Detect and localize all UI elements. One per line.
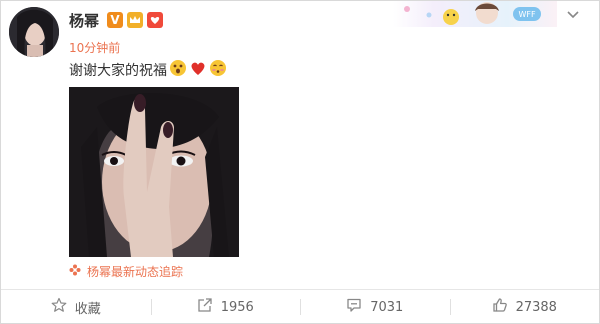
- username[interactable]: 杨幂: [69, 10, 99, 31]
- post-photo[interactable]: [69, 87, 239, 257]
- favorite-label: 收藏: [74, 301, 101, 317]
- topic-label: 杨幂最新动态追踪: [87, 265, 184, 279]
- shocked-face-emoji: [169, 59, 187, 81]
- crown-badge-icon[interactable]: [127, 12, 143, 28]
- star-icon: [51, 297, 67, 317]
- topic-link[interactable]: 杨幂最新动态追踪: [69, 263, 183, 280]
- comment-icon: [346, 297, 362, 317]
- fan-badge-icon[interactable]: [147, 12, 163, 28]
- repost-button[interactable]: 1956: [150, 290, 301, 324]
- verified-badge-icon[interactable]: V: [107, 12, 123, 28]
- heart-emoji: [189, 59, 207, 81]
- shy-face-emoji: [209, 59, 227, 81]
- chevron-down-icon[interactable]: [566, 7, 580, 26]
- thumbs-up-icon: [492, 297, 508, 317]
- svg-text:WFF: WFF: [518, 10, 536, 19]
- like-button[interactable]: 27388: [449, 290, 600, 324]
- post-text: 谢谢大家的祝福: [69, 63, 167, 79]
- weibo-post-card: 杨幂 V WFF 10分钟前 谢谢大家的祝福 杨幂最新动态追踪 收藏 1956 …: [0, 0, 600, 324]
- avatar[interactable]: [9, 7, 59, 57]
- favorite-button[interactable]: 收藏: [1, 290, 151, 324]
- action-bar: 收藏 1956 7031 27388: [1, 289, 599, 324]
- topic-flower-icon: [69, 264, 81, 279]
- comment-button[interactable]: 7031: [300, 290, 450, 324]
- repost-icon: [197, 297, 213, 317]
- like-count: 27388: [515, 299, 557, 315]
- card-decoration: WFF: [393, 1, 557, 27]
- post-content: 谢谢大家的祝福: [69, 59, 227, 81]
- repost-count: 1956: [220, 299, 254, 315]
- post-timestamp[interactable]: 10分钟前: [69, 39, 120, 56]
- comment-count: 7031: [370, 299, 404, 315]
